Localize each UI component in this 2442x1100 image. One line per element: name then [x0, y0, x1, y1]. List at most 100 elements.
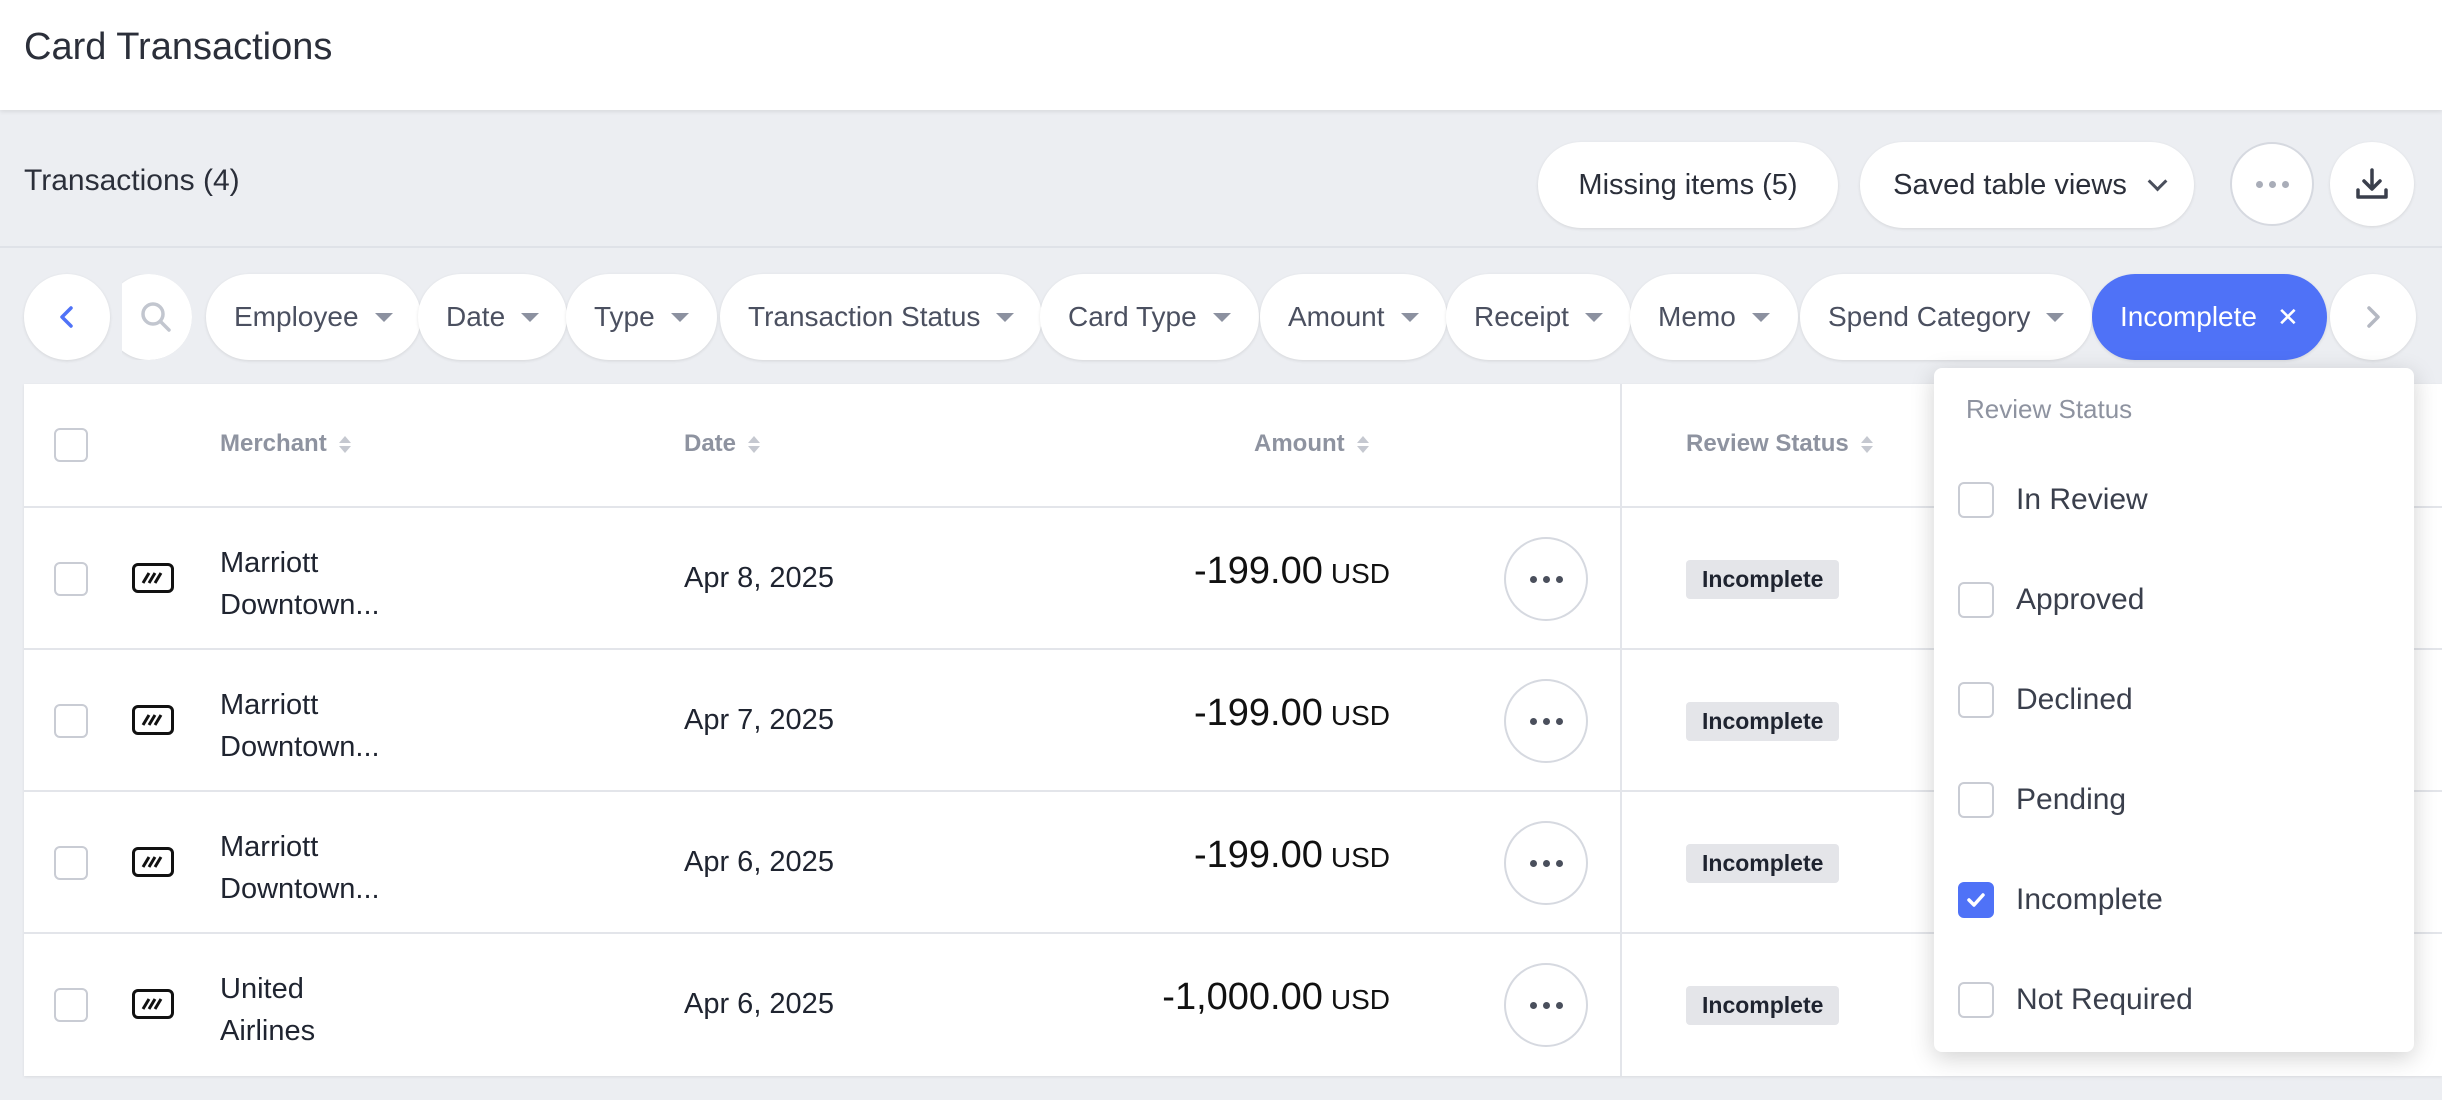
search-filter-button[interactable]: [122, 274, 192, 360]
filter-chip-amount[interactable]: Amount: [1260, 274, 1447, 360]
filter-bar: Employee Date Type Transaction Status Ca…: [0, 250, 2442, 384]
filter-chip-receipt[interactable]: Receipt: [1446, 274, 1631, 360]
filter-chip-label: Amount: [1288, 301, 1385, 332]
filter-chip-card-type[interactable]: Card Type: [1040, 274, 1259, 360]
row-checkbox[interactable]: [54, 846, 88, 880]
sort-icon: [1860, 435, 1873, 453]
merchant-name-line2: Airlines: [220, 1015, 316, 1047]
merchant-name-line2: Downtown...: [220, 589, 380, 621]
top-bar: Card Transactions: [0, 0, 2442, 110]
select-all-checkbox[interactable]: [54, 428, 88, 462]
option-approved[interactable]: Approved: [1958, 570, 2398, 630]
filter-chip-label: Date: [446, 301, 506, 332]
row-checkbox[interactable]: [54, 704, 88, 738]
status-badge: Incomplete: [1686, 844, 1840, 883]
row-checkbox[interactable]: [54, 562, 88, 596]
column-header-amount[interactable]: Amount: [1254, 430, 1369, 458]
row-actions-button[interactable]: [1504, 821, 1588, 905]
amount-currency: USD: [1330, 558, 1390, 589]
transaction-amount: -199.00 USD: [1194, 834, 1390, 877]
caret-down-icon: [1584, 312, 1603, 322]
status-badge: Incomplete: [1686, 560, 1840, 599]
filter-chip-employee[interactable]: Employee: [206, 274, 421, 360]
status-badge: Incomplete: [1686, 702, 1840, 741]
more-dots-icon: [1529, 575, 1563, 583]
option-declined[interactable]: Declined: [1958, 670, 2398, 730]
option-incomplete[interactable]: Incomplete: [1958, 870, 2398, 930]
filter-chip-memo[interactable]: Memo: [1630, 274, 1798, 360]
filter-chip-incomplete[interactable]: Incomplete ✕: [2092, 274, 2327, 360]
option-checkbox[interactable]: [1958, 682, 1994, 718]
sort-icon: [1356, 435, 1369, 453]
download-button[interactable]: [2330, 142, 2414, 226]
filter-chip-spend-category[interactable]: Spend Category: [1800, 274, 2093, 360]
column-header-review-status[interactable]: Review Status: [1686, 430, 1873, 458]
chevron-left-icon: [60, 306, 73, 328]
merchant-name-line1: Marriott: [220, 831, 319, 863]
merchant-name-line1: United: [220, 973, 304, 1005]
option-not-required[interactable]: Not Required: [1958, 970, 2398, 1030]
merchant-name: Marriott Downtown...: [220, 542, 520, 626]
option-label: Not Required: [2016, 983, 2193, 1016]
scroll-filters-left-button[interactable]: [24, 274, 110, 360]
caret-down-icon: [2046, 312, 2065, 322]
amount-currency: USD: [1330, 984, 1390, 1015]
more-dots-icon: [1529, 859, 1563, 867]
filter-chip-label: Employee: [234, 301, 359, 332]
filter-chip-transaction-status[interactable]: Transaction Status: [720, 274, 1043, 360]
option-checkbox[interactable]: [1958, 582, 1994, 618]
merchant-name-line2: Downtown...: [220, 731, 380, 763]
column-header-merchant[interactable]: Merchant: [220, 430, 351, 458]
more-dots-icon: [1529, 1001, 1563, 1009]
row-checkbox[interactable]: [54, 988, 88, 1022]
option-checkbox[interactable]: [1958, 782, 1994, 818]
more-options-button[interactable]: [2230, 142, 2314, 226]
credit-card-icon: [132, 847, 174, 877]
review-status-dropdown: Review Status In Review Approved Decline…: [1934, 368, 2414, 1052]
option-pending[interactable]: Pending: [1958, 770, 2398, 830]
row-actions-button[interactable]: [1504, 963, 1588, 1047]
missing-items-button[interactable]: Missing items (5): [1538, 142, 1838, 228]
transaction-amount: -199.00 USD: [1194, 550, 1390, 593]
column-header-date[interactable]: Date: [684, 430, 761, 458]
option-checkbox[interactable]: [1958, 882, 1994, 918]
filter-chip-type[interactable]: Type: [566, 274, 717, 360]
option-checkbox[interactable]: [1958, 982, 1994, 1018]
row-actions-button[interactable]: [1504, 537, 1588, 621]
transactions-count: Transactions (4): [24, 164, 240, 197]
caret-down-icon: [1400, 312, 1419, 322]
row-actions-button[interactable]: [1504, 679, 1588, 763]
caret-down-icon: [670, 312, 689, 322]
transaction-date: Apr 7, 2025: [684, 704, 834, 736]
caret-down-icon: [374, 312, 393, 322]
filter-chip-label: Memo: [1658, 301, 1736, 332]
merchant-name-line1: Marriott: [220, 547, 319, 579]
search-icon: [141, 302, 171, 332]
option-label: Incomplete: [2016, 883, 2163, 916]
filter-chip-date[interactable]: Date: [418, 274, 568, 360]
close-icon[interactable]: ✕: [2277, 302, 2299, 333]
option-label: Pending: [2016, 783, 2127, 816]
sort-icon: [338, 435, 351, 453]
amount-value: -199.00: [1193, 834, 1323, 876]
scroll-filters-right-button[interactable]: [2330, 274, 2416, 360]
credit-card-icon: [132, 563, 174, 593]
merchant-name: United Airlines: [220, 968, 520, 1052]
credit-card-icon: [132, 989, 174, 1019]
option-in-review[interactable]: In Review: [1958, 470, 2398, 530]
option-label: Approved: [2016, 583, 2145, 616]
column-header-label: Amount: [1254, 430, 1345, 457]
caret-down-icon: [996, 312, 1015, 322]
caret-down-icon: [521, 312, 540, 322]
transaction-amount: -1,000.00 USD: [1162, 976, 1390, 1019]
saved-table-views-label: Saved table views: [1893, 168, 2127, 201]
filter-chip-label: Transaction Status: [748, 301, 981, 332]
filter-chip-label: Receipt: [1474, 301, 1569, 332]
merchant-name-line1: Marriott: [220, 689, 319, 721]
option-checkbox[interactable]: [1958, 482, 1994, 518]
saved-table-views-dropdown[interactable]: Saved table views: [1860, 142, 2194, 228]
active-filter-label: Incomplete: [2120, 301, 2257, 332]
column-header-label: Date: [684, 430, 737, 457]
option-label: In Review: [2016, 483, 2148, 516]
filter-chip-label: Type: [594, 301, 655, 332]
